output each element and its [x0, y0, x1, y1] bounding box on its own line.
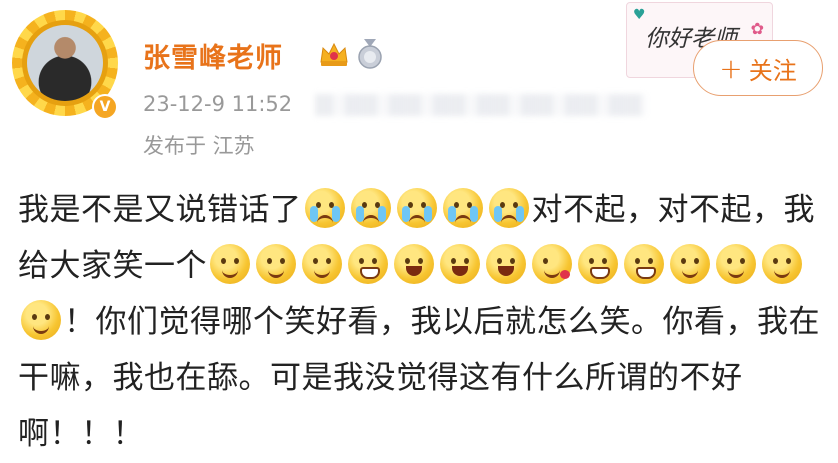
crying-emoji-icon	[396, 188, 437, 228]
big-grin-emoji-icon	[624, 244, 664, 284]
laugh-emoji-icon	[394, 244, 434, 284]
crown-icon	[320, 42, 348, 66]
post-location: 发布于 江苏	[143, 134, 255, 158]
hug-emoji-icon	[302, 244, 342, 284]
giggle-emoji-icon	[21, 300, 61, 340]
blurred-region	[315, 94, 645, 116]
avatar[interactable]: V	[12, 10, 118, 120]
kiss-heart-emoji-icon	[532, 244, 572, 284]
post-text-segment-3: ！你们觉得哪个笑好看，我以后就怎么笑。你看，我在干嘛，我也在舔。可是我没觉得这有…	[18, 304, 820, 452]
follow-button[interactable]: + 关注	[693, 40, 823, 96]
bow-icon: ✿	[750, 19, 764, 38]
medal-icon	[358, 39, 382, 69]
tongue-emoji-icon	[440, 244, 480, 284]
avatar-photo	[27, 25, 103, 101]
follow-label: 关注	[748, 56, 797, 85]
smirk-emoji-icon	[578, 244, 618, 284]
post-timestamp: 23-12-9 11:52	[143, 92, 293, 116]
shy-smile-emoji-icon	[256, 244, 296, 284]
username[interactable]: 张雪峰老师	[143, 36, 283, 75]
post-text-segment-1: 我是不是又说错话了	[18, 192, 302, 228]
crying-emoji-icon	[304, 188, 345, 228]
crying-emoji-icon	[442, 188, 483, 228]
grin-emoji-icon	[348, 244, 388, 284]
smile-emoji-icon	[210, 244, 250, 284]
crying-emoji-icon	[350, 188, 391, 228]
verified-badge-icon: V	[92, 94, 118, 120]
sly-smile-emoji-icon	[670, 244, 710, 284]
thinking-emoji-icon	[716, 244, 756, 284]
post-body: 我是不是又说错话了 对不起，对不起，我给大家笑一个 ！你们觉得哪个笑好看，我以后就怎…	[18, 182, 823, 462]
plus-icon: +	[719, 51, 743, 85]
surprised-emoji-icon	[486, 244, 526, 284]
heart-icon: ♥	[633, 7, 646, 23]
crying-emoji-icon	[488, 188, 529, 228]
666-emoji-icon	[762, 244, 802, 284]
